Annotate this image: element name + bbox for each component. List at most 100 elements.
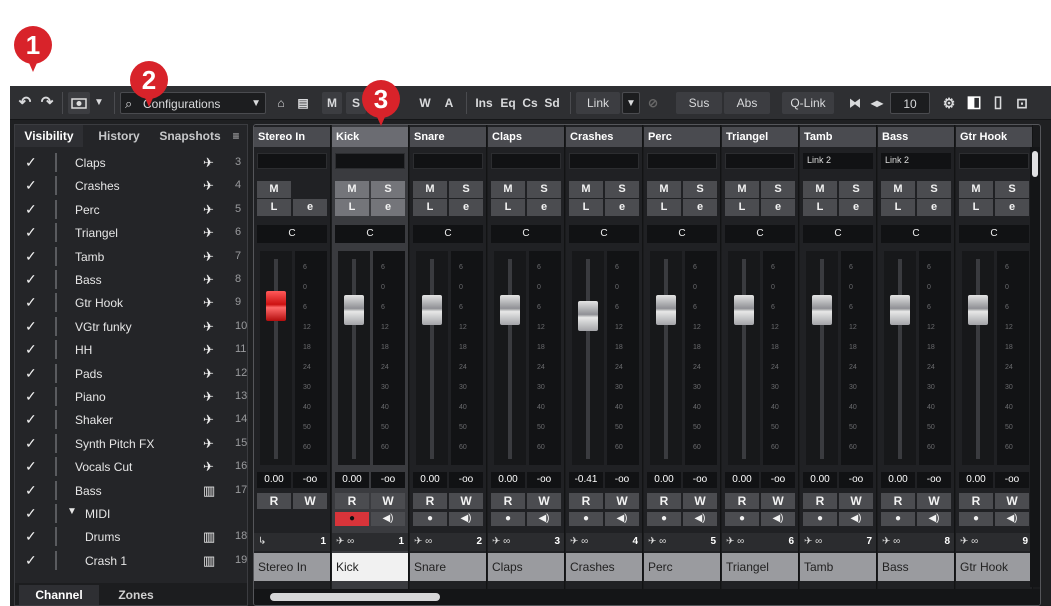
write-button[interactable]: W xyxy=(449,493,483,509)
visibility-row[interactable]: ✓ Drums ▥ 18 xyxy=(15,525,247,548)
monitor-icon[interactable]: ◀) xyxy=(761,512,795,526)
eq-button[interactable]: Eq xyxy=(498,92,518,114)
record-button[interactable]: ● xyxy=(491,512,525,526)
write-button[interactable]: W xyxy=(416,92,434,114)
expand-icon[interactable]: ◂▸ xyxy=(868,92,886,114)
read-button[interactable]: A xyxy=(440,92,458,114)
read-button[interactable]: R xyxy=(881,493,915,509)
pan-control[interactable]: C xyxy=(335,225,405,243)
mute-button[interactable]: M xyxy=(491,181,525,198)
visibility-row[interactable]: ✓ Tamb ✈ 7 xyxy=(15,245,247,268)
routing-slot[interactable] xyxy=(647,153,717,169)
routing-slot[interactable] xyxy=(413,153,483,169)
edit-button[interactable]: e xyxy=(839,199,873,216)
visibility-row[interactable]: ✓ Synth Pitch FX ✈ 15 xyxy=(15,432,247,455)
volume-fader[interactable] xyxy=(260,251,292,465)
home-icon[interactable]: ⌂ xyxy=(272,92,290,114)
channel-strip[interactable]: Stereo In M Le C 6 0 6 12 18 24 30 40 50 60 0.00 -oo R W ↳… xyxy=(254,125,331,605)
strip-name[interactable]: Stereo In xyxy=(254,127,330,147)
edit-button[interactable]: e xyxy=(449,199,483,216)
link-clear-icon[interactable]: ⊘ xyxy=(644,92,662,114)
visibility-row[interactable]: ✓ Piano ✈ 13 xyxy=(15,385,247,408)
visibility-check-icon[interactable]: ✓ xyxy=(25,224,37,241)
read-button[interactable]: R xyxy=(335,493,369,509)
monitor-icon[interactable]: ◀) xyxy=(917,512,951,526)
record-button[interactable]: ● xyxy=(647,512,681,526)
volume-fader[interactable] xyxy=(572,251,604,465)
fader-cap[interactable] xyxy=(734,295,754,325)
write-button[interactable]: W xyxy=(917,493,951,509)
solo-button[interactable]: S xyxy=(371,181,405,198)
strip-bottom-name[interactable]: Triangel xyxy=(722,553,798,581)
routing-slot[interactable] xyxy=(725,153,795,169)
read-button[interactable]: R xyxy=(413,493,447,509)
volume-fader[interactable] xyxy=(962,251,994,465)
read-button[interactable]: R xyxy=(725,493,759,509)
visibility-row[interactable]: ✓ Triangel ✈ 6 xyxy=(15,221,247,244)
visibility-check-icon[interactable]: ✓ xyxy=(25,154,37,171)
solo-button[interactable]: S xyxy=(605,181,639,198)
mute-button[interactable]: M xyxy=(725,181,759,198)
strip-name[interactable]: Claps xyxy=(488,127,564,147)
visibility-check-icon[interactable]: ✓ xyxy=(25,201,37,218)
record-button[interactable]: ● xyxy=(569,512,603,526)
cs-button[interactable]: Cs xyxy=(520,92,540,114)
listen-button[interactable]: L xyxy=(647,199,681,216)
routing-slot[interactable] xyxy=(335,153,405,169)
visibility-check-icon[interactable]: ✓ xyxy=(25,248,37,265)
write-button[interactable]: W xyxy=(293,493,327,509)
solo-button[interactable]: S xyxy=(449,181,483,198)
channel-strip[interactable]: Perc M S Le C 6 0 6 12 18 24 30 40 50 60 0.00 -oo R W ● ◀) ✈ … xyxy=(644,125,721,605)
volume-fader[interactable] xyxy=(650,251,682,465)
strip-bottom-name[interactable]: Crashes xyxy=(566,553,642,581)
redo-icon[interactable]: ↷ xyxy=(38,92,56,114)
record-button[interactable]: ● xyxy=(959,512,993,526)
link-button[interactable]: Link xyxy=(576,92,620,114)
channel-strip[interactable]: Crashes M S Le C 6 0 6 12 18 24 30 40 50 60 -0.41 -oo R W ●… xyxy=(566,125,643,605)
write-button[interactable]: W xyxy=(605,493,639,509)
strip-name[interactable]: Kick xyxy=(332,127,408,147)
channel-strip[interactable]: Snare M S Le C 6 0 6 12 18 24 30 40 50 60 0.00 -oo R W ● ◀) ✈… xyxy=(410,125,487,605)
read-button[interactable]: R xyxy=(959,493,993,509)
strip-bottom-name[interactable]: Bass xyxy=(878,553,954,581)
listen-button[interactable]: L xyxy=(803,199,837,216)
volume-fader[interactable] xyxy=(806,251,838,465)
strip-name[interactable]: Snare xyxy=(410,127,486,147)
link-group-label[interactable]: Link 2 xyxy=(803,153,873,169)
mute-button[interactable]: M xyxy=(257,181,291,198)
visibility-check-icon[interactable]: ✓ xyxy=(25,411,37,428)
visibility-row[interactable]: ✓ Gtr Hook ✈ 9 xyxy=(15,291,247,314)
solo-button[interactable]: S xyxy=(683,181,717,198)
tab-history[interactable]: History xyxy=(85,125,153,147)
monitor-icon[interactable]: ◀) xyxy=(605,512,639,526)
visibility-check-icon[interactable]: ✓ xyxy=(25,458,37,475)
mute-all-button[interactable]: M xyxy=(322,92,342,114)
solo-button[interactable]: S xyxy=(527,181,561,198)
listen-button[interactable]: L xyxy=(881,199,915,216)
volume-value[interactable]: 0.00 xyxy=(257,472,291,488)
write-button[interactable]: W xyxy=(761,493,795,509)
fader-cap[interactable] xyxy=(968,295,988,325)
volume-value[interactable]: 0.00 xyxy=(803,472,837,488)
listen-button[interactable]: L xyxy=(569,199,603,216)
volume-fader[interactable] xyxy=(884,251,916,465)
mute-button[interactable]: M xyxy=(335,181,369,198)
strip-bottom-name[interactable]: Tamb xyxy=(800,553,876,581)
visibility-check-icon[interactable]: ✓ xyxy=(25,528,37,545)
visibility-check-icon[interactable]: ✓ xyxy=(25,294,37,311)
read-button[interactable]: R xyxy=(803,493,837,509)
monitor-icon[interactable]: ◀) xyxy=(995,512,1029,526)
visibility-check-icon[interactable]: ✓ xyxy=(25,341,37,358)
volume-value[interactable]: 0.00 xyxy=(491,472,525,488)
volume-value[interactable]: 0.00 xyxy=(413,472,447,488)
visibility-check-icon[interactable]: ✓ xyxy=(25,435,37,452)
visibility-row[interactable]: ✓ Claps ✈ 3 xyxy=(15,151,247,174)
strip-name[interactable]: Bass xyxy=(878,127,954,147)
strip-bottom-name[interactable]: Snare xyxy=(410,553,486,581)
visibility-row[interactable]: ✓ Shaker ✈ 14 xyxy=(15,408,247,431)
record-button[interactable]: ● xyxy=(803,512,837,526)
visibility-check-icon[interactable]: ✓ xyxy=(25,365,37,382)
volume-value[interactable]: 0.00 xyxy=(335,472,369,488)
strip-bottom-name[interactable]: Perc xyxy=(644,553,720,581)
monitor-icon[interactable]: ◀) xyxy=(839,512,873,526)
